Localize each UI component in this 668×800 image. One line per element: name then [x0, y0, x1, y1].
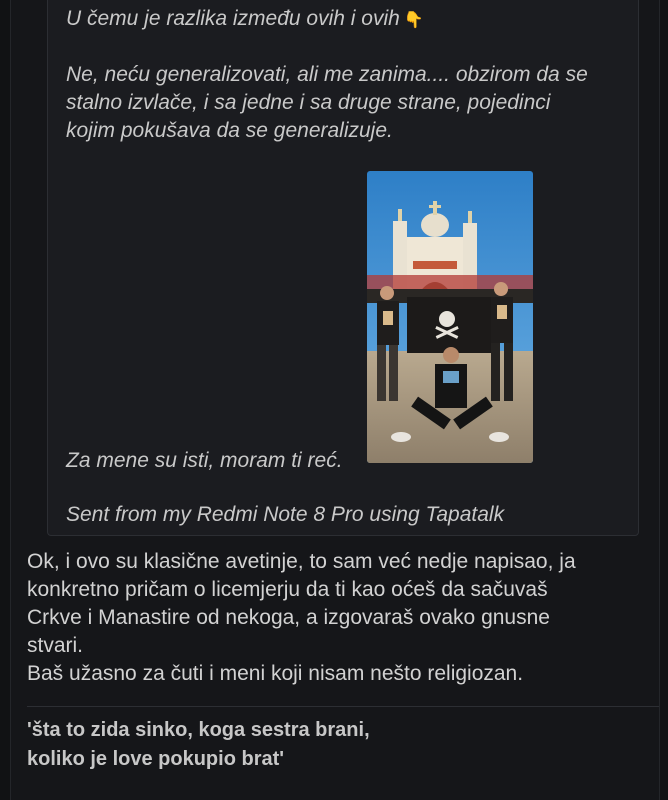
signature-divider — [27, 706, 659, 707]
pointing-down-hand-icon: 👇 — [403, 12, 424, 29]
reply-line: Ok, i ovo su klasične avetinje, to sam v… — [27, 550, 576, 573]
quote-line: Ne, neću generalizovati, ali me zanima..… — [66, 63, 588, 86]
reply-line: stvari. — [27, 634, 84, 657]
quote-line: Za mene su isti, moram ti reć. — [66, 449, 343, 472]
reply-line: konkretno pričam o licemjerju da ti kao … — [27, 578, 548, 601]
quote-text: U čemu je razlika između ovih i ovih — [66, 7, 400, 30]
church-photo-illustration — [367, 171, 533, 463]
quote-line: kojim pokušava da se generalizuje. — [66, 119, 393, 142]
signature-line: koliko je love pokupio brat' — [27, 748, 285, 770]
quote-block: U čemu je razlika između ovih i ovih 👇 Ne… — [47, 0, 639, 536]
signature-line: 'šta to zida sinko, koga sestra brani, — [27, 719, 370, 741]
reply-line: Crkve i Manastire od nekoga, a izgovaraš… — [27, 606, 550, 629]
user-signature: 'šta to zida sinko, koga sestra brani, k… — [27, 716, 370, 774]
quote-signature: Sent from my Redmi Note 8 Pro using Tapa… — [66, 503, 505, 526]
quote-line: stalno izvlače, i sa jedne i sa druge st… — [66, 91, 551, 114]
quote-line: U čemu je razlika između ovih i ovih 👇 — [66, 5, 424, 34]
reply-text: Ok, i ovo su klasične avetinje, to sam v… — [27, 548, 657, 688]
post-body: U čemu je razlika između ovih i ovih 👇 Ne… — [10, 0, 660, 800]
reply-line: Baš užasno za čuti i meni koji nisam neš… — [27, 662, 524, 685]
attached-photo[interactable] — [367, 171, 533, 463]
